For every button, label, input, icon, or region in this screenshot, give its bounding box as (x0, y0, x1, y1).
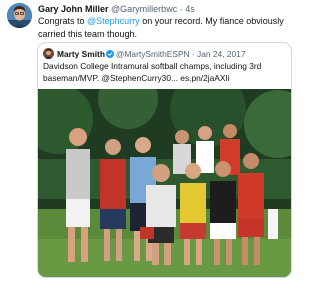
header-separator: · (179, 4, 183, 14)
author-avatar[interactable] (7, 3, 32, 28)
tweet-time[interactable]: 4s (185, 4, 195, 14)
tweet-header: Gary John Miller @Garymillerbwc · 4s (38, 3, 195, 15)
quoted-author-avatar[interactable] (43, 48, 54, 59)
verified-badge-icon (105, 49, 114, 58)
quoted-header-separator: · (191, 49, 195, 59)
quoted-tweet-date[interactable]: Jan 24, 2017 (197, 49, 245, 59)
quoted-tweet[interactable]: Marty Smith @MartySmithESPN · Jan 24, 201… (37, 42, 292, 278)
quoted-author-avatar-image (43, 48, 54, 59)
tweet-text-prefix: Congrats to (38, 16, 88, 26)
quoted-author-name[interactable]: Marty Smith (57, 49, 105, 59)
team-photo-image (38, 89, 291, 277)
mention-link[interactable]: @Stephcurry (87, 16, 140, 26)
tweet-text: Congrats to @Stephcurry on your record. … (38, 15, 293, 41)
tweet[interactable]: Gary John Miller @Garymillerbwc · 4s Con… (0, 0, 300, 284)
author-avatar-image (7, 3, 32, 28)
quoted-tweet-text: Davidson College Intramural softball cha… (43, 61, 262, 83)
team-photo[interactable] (38, 89, 291, 277)
quoted-tweet-header: Marty Smith @MartySmithESPN · Jan 24, 201… (43, 48, 245, 60)
author-name[interactable]: Gary John Miller (38, 4, 109, 14)
quoted-author-handle[interactable]: @MartySmithESPN (116, 49, 190, 59)
author-handle[interactable]: @Garymillerbwc (111, 4, 177, 14)
